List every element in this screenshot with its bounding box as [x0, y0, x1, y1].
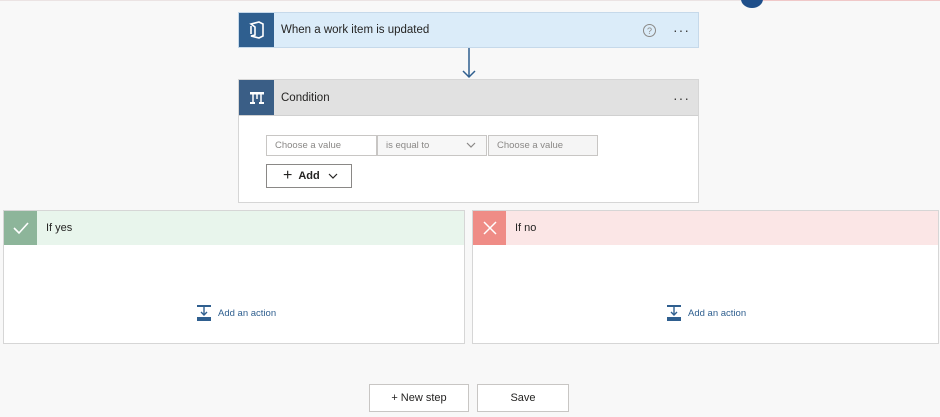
add-action-icon [197, 305, 211, 321]
more-options-icon[interactable]: ··· [673, 80, 690, 115]
if-yes-branch: If yes Add an action [3, 210, 465, 344]
add-action-label: Add an action [218, 307, 277, 319]
add-label: Add [298, 170, 320, 182]
if-yes-header[interactable]: If yes [4, 211, 464, 245]
if-yes-title: If yes [46, 222, 73, 234]
plus-icon: + [283, 167, 293, 184]
help-icon[interactable]: ? [643, 24, 656, 37]
add-button[interactable]: + Add [266, 164, 352, 188]
more-options-icon[interactable]: ··· [673, 13, 690, 47]
condition-icon [239, 80, 274, 115]
condition-card: Condition ··· Choose a value is equal to… [238, 79, 699, 203]
right-value-input[interactable]: Choose a value [488, 135, 598, 156]
trigger-title: When a work item is updated [281, 24, 430, 36]
add-action-icon [667, 305, 681, 321]
trigger-card[interactable]: When a work item is updated ? ··· [238, 12, 699, 48]
operator-select[interactable]: is equal to [377, 135, 487, 156]
if-no-title: If no [515, 222, 537, 234]
condition-header[interactable]: Condition ··· [239, 80, 698, 116]
azure-devops-icon [239, 13, 274, 47]
chevron-down-icon [328, 173, 338, 179]
left-value-input[interactable]: Choose a value [266, 135, 377, 156]
checkmark-icon [4, 211, 37, 245]
add-action-label: Add an action [688, 307, 747, 319]
if-no-header[interactable]: If no [473, 211, 938, 245]
chevron-down-icon [466, 142, 476, 148]
condition-title: Condition [281, 91, 330, 104]
operator-label: is equal to [386, 140, 430, 151]
if-no-branch: If no Add an action [472, 210, 939, 344]
add-action-button[interactable]: Add an action [195, 304, 276, 322]
new-step-button[interactable]: + New step [369, 384, 469, 412]
add-action-button[interactable]: Add an action [665, 304, 746, 322]
connector-arrow-icon [462, 48, 476, 79]
avatar[interactable] [741, 0, 763, 8]
close-icon [473, 211, 506, 245]
save-button[interactable]: Save [477, 384, 569, 412]
top-divider-accent [760, 0, 940, 1]
